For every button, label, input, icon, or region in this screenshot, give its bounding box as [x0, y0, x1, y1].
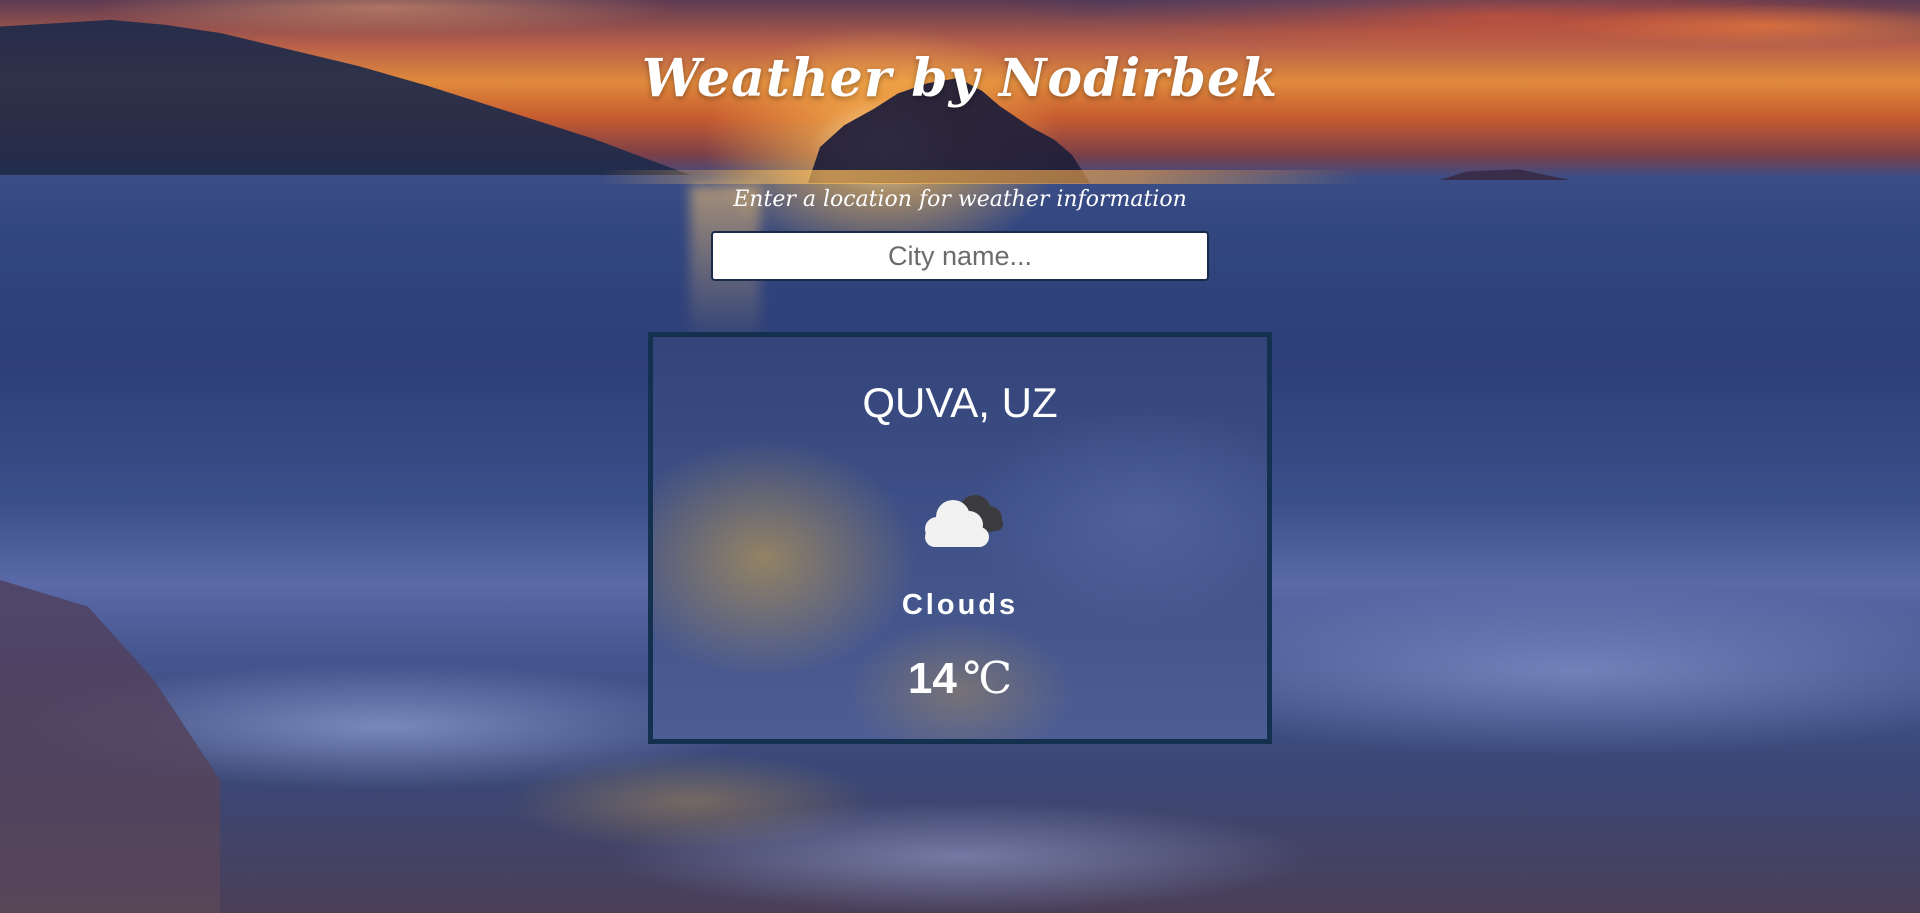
weather-condition: Clouds [901, 589, 1019, 621]
far-island-silhouette [1440, 169, 1570, 180]
horizon-glow [600, 170, 1360, 184]
search-instructions: Enter a location for weather information [733, 187, 1187, 212]
city-search-input[interactable] [711, 231, 1209, 281]
clouds-icon [925, 495, 1003, 547]
temperature-unit: ℃ [962, 653, 1013, 704]
location-name: QUVA, UZ [862, 379, 1058, 426]
weather-card: QUVA, UZ Clouds 14 ℃ [648, 332, 1272, 744]
app-title: Weather by Nodirbek [641, 48, 1279, 109]
beach-sand [0, 580, 220, 913]
temperature-readout: 14 ℃ [653, 653, 1267, 704]
temperature-value: 14 [907, 654, 957, 703]
